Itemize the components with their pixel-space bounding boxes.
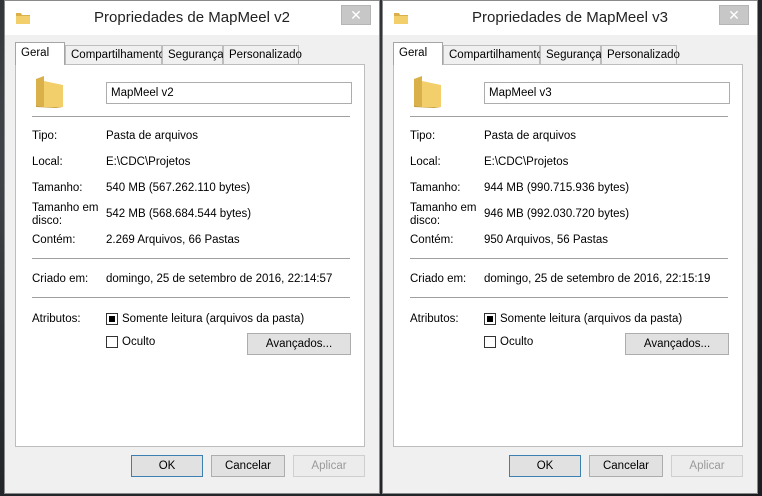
- advanced-button[interactable]: Avançados...: [247, 333, 351, 355]
- close-button[interactable]: ✕: [719, 5, 749, 25]
- criado-label: Criado em:: [32, 273, 89, 285]
- criado-value: domingo, 25 de setembro de 2016, 22:14:5…: [106, 273, 333, 285]
- tamanho-disco-value: 946 MB (992.030.720 bytes): [484, 208, 630, 220]
- title-bar[interactable]: Propriedades de MapMeel v3 ✕: [383, 1, 757, 35]
- contem-value: 2.269 Arquivos, 66 Pastas: [106, 234, 240, 246]
- contem-label: Contém:: [410, 234, 454, 246]
- readonly-checkbox[interactable]: [484, 313, 496, 325]
- local-value: E:\CDC\Projetos: [106, 156, 191, 168]
- atributos-label: Atributos:: [32, 313, 81, 325]
- tamanho-label: Tamanho:: [410, 182, 461, 194]
- separator: [32, 116, 350, 117]
- tab-personalizado[interactable]: Personalizado: [601, 45, 680, 64]
- properties-window-v2: Propriedades de MapMeel v2 ✕ Geral Compa…: [4, 0, 380, 494]
- hidden-checkbox[interactable]: [484, 336, 496, 348]
- folder-icon: [36, 76, 63, 108]
- contem-value: 950 Arquivos, 56 Pastas: [484, 234, 609, 246]
- separator: [32, 258, 350, 259]
- tab-seguranca[interactable]: Segurança: [540, 45, 602, 64]
- tamanho-label: Tamanho:: [32, 182, 83, 194]
- cancel-button[interactable]: Cancelar: [589, 455, 663, 477]
- tab-compartilhamento[interactable]: Compartilhamento: [65, 45, 165, 64]
- tab-seguranca[interactable]: Segurança: [162, 45, 224, 64]
- hidden-label[interactable]: Oculto: [500, 336, 533, 348]
- properties-window-v3: Propriedades de MapMeel v3 ✕ Geral Compa…: [382, 0, 758, 494]
- apply-button[interactable]: Aplicar: [293, 455, 365, 477]
- readonly-label[interactable]: Somente leitura (arquivos da pasta): [122, 313, 304, 325]
- folder-icon: [414, 76, 441, 108]
- cancel-button[interactable]: Cancelar: [211, 455, 285, 477]
- separator: [410, 297, 728, 298]
- close-icon: ✕: [350, 7, 362, 23]
- tipo-value: Pasta de arquivos: [484, 130, 577, 142]
- separator: [32, 297, 350, 298]
- tipo-label: Tipo:: [410, 130, 436, 142]
- tipo-value: Pasta de arquivos: [106, 130, 199, 142]
- folder-name-input[interactable]: [106, 82, 352, 104]
- close-icon: ✕: [728, 7, 740, 23]
- tamanho-disco-label: Tamanho em disco:: [410, 202, 477, 227]
- tab-geral[interactable]: Geral: [393, 42, 443, 65]
- general-panel: Tipo: Pasta de arquivos Local: E:\CDC\Pr…: [393, 64, 743, 447]
- separator: [410, 116, 728, 117]
- readonly-label[interactable]: Somente leitura (arquivos da pasta): [500, 313, 682, 325]
- close-button[interactable]: ✕: [341, 5, 371, 25]
- advanced-button[interactable]: Avançados...: [625, 333, 729, 355]
- readonly-checkbox[interactable]: [106, 313, 118, 325]
- tamanho-disco-label: Tamanho em disco:: [32, 202, 99, 227]
- window-title: Propriedades de MapMeel v2: [94, 9, 290, 26]
- local-value: E:\CDC\Projetos: [484, 156, 569, 168]
- local-label: Local:: [410, 156, 441, 168]
- tamanho-value: 540 MB (567.262.110 bytes): [106, 182, 251, 194]
- apply-button[interactable]: Aplicar: [671, 455, 743, 477]
- tab-compartilhamento[interactable]: Compartilhamento: [443, 45, 543, 64]
- title-bar[interactable]: Propriedades de MapMeel v2 ✕: [5, 1, 379, 35]
- separator: [410, 258, 728, 259]
- criado-label: Criado em:: [410, 273, 467, 285]
- hidden-checkbox[interactable]: [106, 336, 118, 348]
- general-panel: Tipo: Pasta de arquivos Local: E:\CDC\Pr…: [15, 64, 365, 447]
- folder-name-input[interactable]: [484, 82, 730, 104]
- atributos-label: Atributos:: [410, 313, 459, 325]
- tipo-label: Tipo:: [32, 130, 58, 142]
- ok-button[interactable]: OK: [131, 455, 203, 477]
- tab-geral[interactable]: Geral: [15, 42, 65, 65]
- ok-button[interactable]: OK: [509, 455, 581, 477]
- tamanho-value: 944 MB (990.715.936 bytes): [484, 182, 630, 194]
- hidden-label[interactable]: Oculto: [122, 336, 155, 348]
- window-title: Propriedades de MapMeel v3: [472, 9, 668, 26]
- criado-value: domingo, 25 de setembro de 2016, 22:15:1…: [484, 273, 711, 285]
- local-label: Local:: [32, 156, 63, 168]
- tab-personalizado[interactable]: Personalizado: [223, 45, 302, 64]
- tamanho-disco-value: 542 MB (568.684.544 bytes): [106, 208, 252, 220]
- contem-label: Contém:: [32, 234, 76, 246]
